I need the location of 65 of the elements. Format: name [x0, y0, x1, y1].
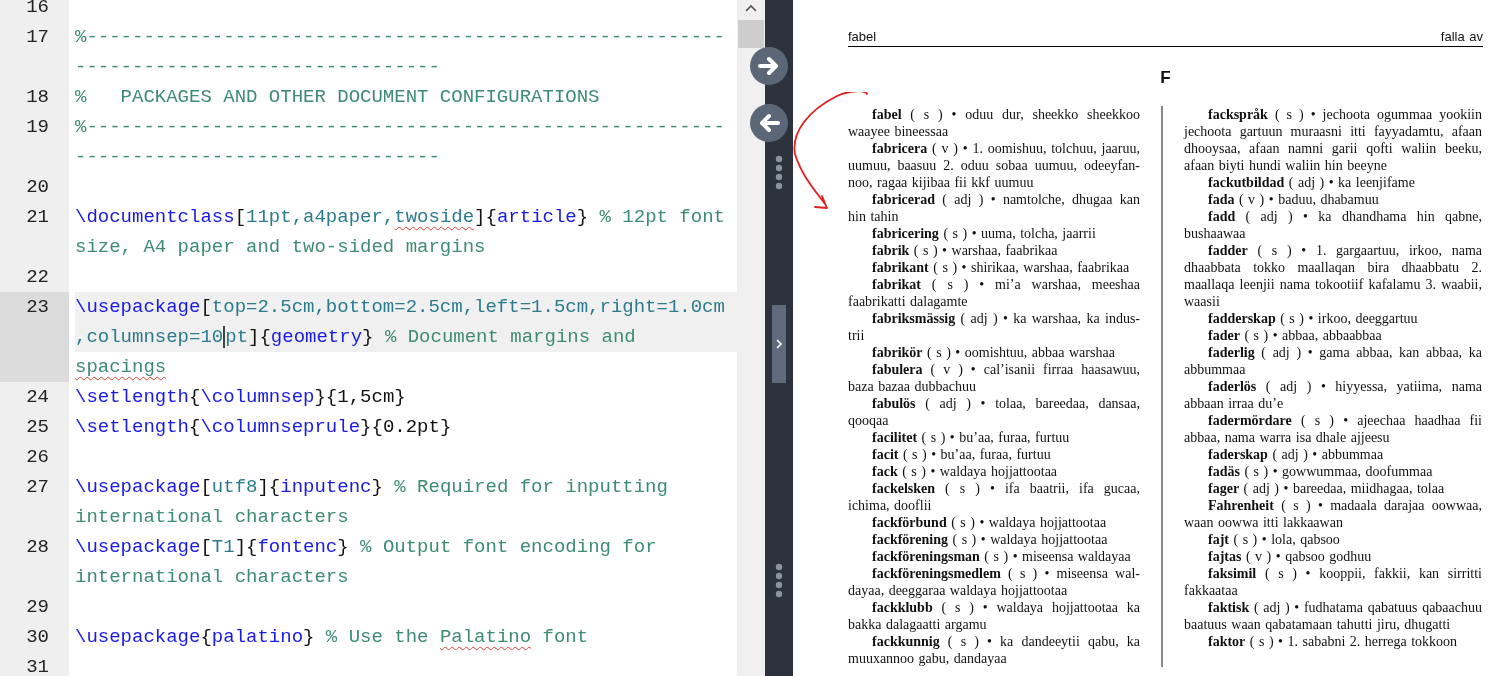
code-line: \documentclass[11pt,a4paper,twoside]{article} % 12pt font [75, 205, 726, 230]
line-number: 31 [0, 652, 69, 676]
dictionary-entry: fack ( s ) • waldaya hojjattootaa [871, 463, 1059, 480]
drag-handle-icon[interactable] [775, 563, 783, 599]
drag-handle-icon[interactable] [775, 155, 783, 191]
line-number: 28 [0, 532, 69, 592]
line-number: 30 [0, 622, 69, 652]
running-header: fabel [848, 28, 877, 45]
line-number: 16 [0, 0, 69, 22]
dictionary-entry: facilitet ( s ) • bu’aa, furaa, furtuu [871, 429, 1071, 446]
code-line: \usepackage[utf8]{inputenc} % Required for inputting [75, 475, 669, 500]
line-number: 17 [0, 22, 69, 82]
code-line: -------------------------------- [75, 145, 441, 170]
dictionary-entry: fabrikant ( s ) • shirikaa, warshaa, faabrikaa [871, 259, 1131, 276]
line-number: 23 [0, 292, 69, 382]
line-number: 20 [0, 172, 69, 202]
code-line: \setlength{\columnseprule}{0.2pt} [75, 415, 453, 440]
dictionary-entry: fada ( v ) • baduu, dhabamuu [1207, 191, 1380, 208]
dictionary-entry: fabrik ( s ) • warshaa, faabrikaa [871, 242, 1059, 259]
code-editor[interactable] [0, 0, 737, 676]
code-line: \usepackage{palatino} % Use the Palatino font [75, 625, 590, 650]
code-line: %-------------------------------------------------------- [75, 115, 726, 140]
line-number: 22 [0, 262, 69, 292]
chevron-right-icon [775, 338, 783, 350]
line-number: 27 [0, 472, 69, 532]
section-heading: F [1160, 69, 1171, 86]
scroll-up-icon[interactable] [744, 3, 758, 13]
code-line: international characters [75, 565, 350, 590]
dictionary-entry: fager ( adj ) • bareedaa, miidhagaa, tolaa [1207, 480, 1446, 497]
left-arrow-icon [758, 113, 780, 133]
code-line: \setlength{\columnsep}{1,5cm} [75, 385, 407, 410]
scroll-thumb[interactable] [738, 20, 764, 48]
dictionary-entry: fadäs ( s ) • gowwummaa, doofummaa [1207, 463, 1434, 480]
dictionary-entry: faderskap ( adj ) • abbummaa [1207, 446, 1385, 463]
running-header: falla av [1440, 28, 1483, 45]
line-number: 18 [0, 82, 69, 112]
dictionary-entry: fajt ( s ) • lola, qabsoo [1207, 531, 1341, 548]
code-line: -------------------------------- [75, 55, 441, 80]
dictionary-entry: fackutbildad ( adj ) • ka leenjifame [1207, 174, 1416, 191]
dictionary-entry: fajtas ( v ) • qabsoo godhuu [1207, 548, 1373, 565]
dictionary-entry: fabricering ( s ) • uuma, tolcha, jaarrii [871, 225, 1097, 242]
code-line: size, A4 paper and two-sided margins [75, 235, 487, 260]
dictionary-entry: fader ( s ) • abbaa, abbaabbaa [1207, 327, 1383, 344]
code-line: spacings [75, 355, 168, 380]
dictionary-entry: fadderskap ( s ) • irkoo, deeggartuu [1207, 310, 1419, 327]
line-number: 26 [0, 442, 69, 472]
line-number: 24 [0, 382, 69, 412]
code-line: % PACKAGES AND OTHER DOCUMENT CONFIGURATIONS [75, 85, 601, 110]
line-number: 29 [0, 592, 69, 622]
dictionary-entry: fackförening ( s ) • waldaya hojjattootaa [871, 531, 1109, 548]
dictionary-entry: fackföreningsman ( s ) • miseensa waldayaa [871, 548, 1132, 565]
code-line: %-------------------------------------------------------- [75, 25, 726, 50]
dictionary-entry: fackkunnig ( s ) • ka dandeeytii qabu, ka muuxannoo gabu, dandayaa [848, 633, 1140, 667]
dictionary-entry: facit ( s ) • bu’aa, furaa, furtuu [871, 446, 1052, 463]
line-number: 19 [0, 112, 69, 172]
line-number: 25 [0, 412, 69, 442]
dictionary-entry: fackförbund ( s ) • waldaya hojjattootaa [871, 514, 1108, 531]
code-line: international characters [75, 505, 350, 530]
dictionary-entry: faktor ( s ) • 1. sababni 2. herrega tokkoon [1207, 633, 1459, 650]
collapse-handle[interactable] [772, 305, 786, 383]
scrollbar[interactable] [737, 0, 765, 676]
dictionary-entry: fabrikör ( s ) • oomishtuu, abbaa warshaa [871, 344, 1116, 361]
right-arrow-icon [758, 56, 780, 76]
code-line: \usepackage[T1]{fontenc} % Output font encoding for [75, 535, 658, 560]
line-number: 21 [0, 202, 69, 262]
